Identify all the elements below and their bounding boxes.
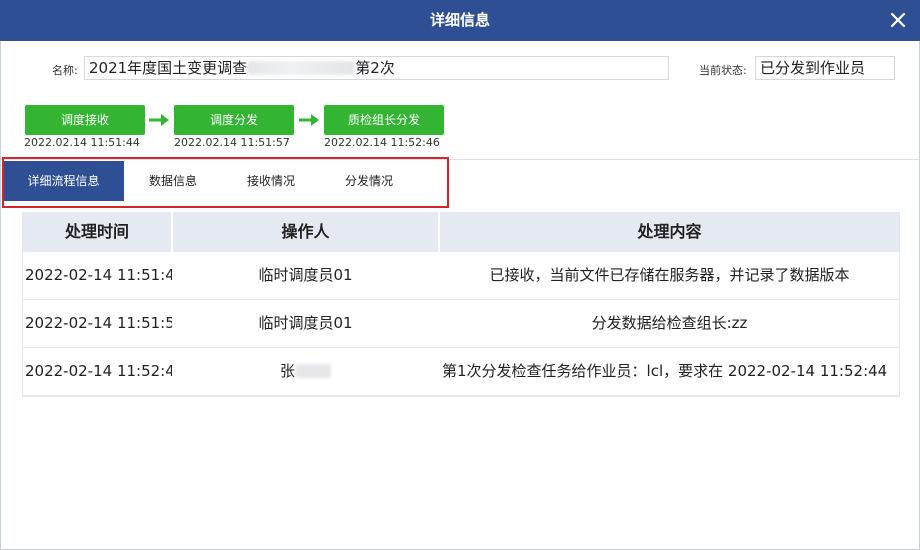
column-header-time[interactable]: 处理时间 [23,212,171,252]
workflow-step-time: 2022.02.14 11:51:44 [24,136,140,149]
cell-content: 第1次分发检查任务给作业员：lcl，要求在 2022-02-14 11:52:4… [442,362,888,380]
name-suffix: 第2次 [355,59,395,77]
cell-content: 已接收，当前文件已存储在服务器，并记录了数据版本 [489,266,850,284]
status-label: 当前状态: [699,64,747,77]
dialog-body: 名称: 2021年度国土变更调查 第2次 当前状态: 已分发到作业员 调度接收 2… [0,41,920,550]
dialog-title: 详细信息 [429,11,490,29]
column-header-operator[interactable]: 操作人 [173,212,438,252]
operator-name: 张 [279,362,295,380]
redacted-region [295,364,331,378]
name-field[interactable]: 2021年度国土变更调查 第2次 [84,56,669,80]
workflow-step-time: 2022.02.14 11:51:57 [174,136,290,149]
workflow-step-time: 2022.02.14 11:52:46 [324,136,440,149]
cell-operator: 临时调度员01 [258,314,353,332]
cell-time: 2022-02-14 11:51:44 [25,266,172,284]
column-header-content[interactable]: 处理内容 [440,212,899,252]
cell-time: 2022-02-14 11:51:57 [25,314,172,332]
dialog-titlebar: 详细信息 [0,0,920,41]
table-row[interactable]: 2022-02-14 11:51:44 临时调度员01 已接收，当前文件已存储在… [23,252,899,300]
redacted-region [247,61,356,75]
arrow-right-icon [299,114,319,126]
cell-operator: 临时调度员01 [258,266,353,284]
tabs-highlight-outline [2,157,449,208]
table-row[interactable]: 2022-02-14 11:52:46 张 第1次分发检查任务给作业员：lcl，… [23,348,899,396]
workflow-step-receive[interactable]: 调度接收 [25,105,145,135]
process-table: 处理时间 操作人 处理内容 2022-02-14 11:51:44 临时调度员0… [22,212,900,397]
arrow-right-icon [149,114,169,126]
cell-content: 分发数据给检查组长:zz [591,314,748,332]
cell-time: 2022-02-14 11:52:46 [25,362,172,380]
status-field[interactable]: 已分发到作业员 [755,56,895,80]
table-row[interactable]: 2022-02-14 11:51:57 临时调度员01 分发数据给检查组长:zz [23,300,899,348]
close-icon[interactable] [888,10,908,30]
name-label: 名称: [52,64,78,77]
cell-operator: 张 [173,348,438,395]
workflow-step-qc-leader[interactable]: 质检组长分发 [324,105,444,135]
name-prefix: 2021年度国土变更调查 [89,59,248,77]
workflow-step-dispatch[interactable]: 调度分发 [174,105,294,135]
